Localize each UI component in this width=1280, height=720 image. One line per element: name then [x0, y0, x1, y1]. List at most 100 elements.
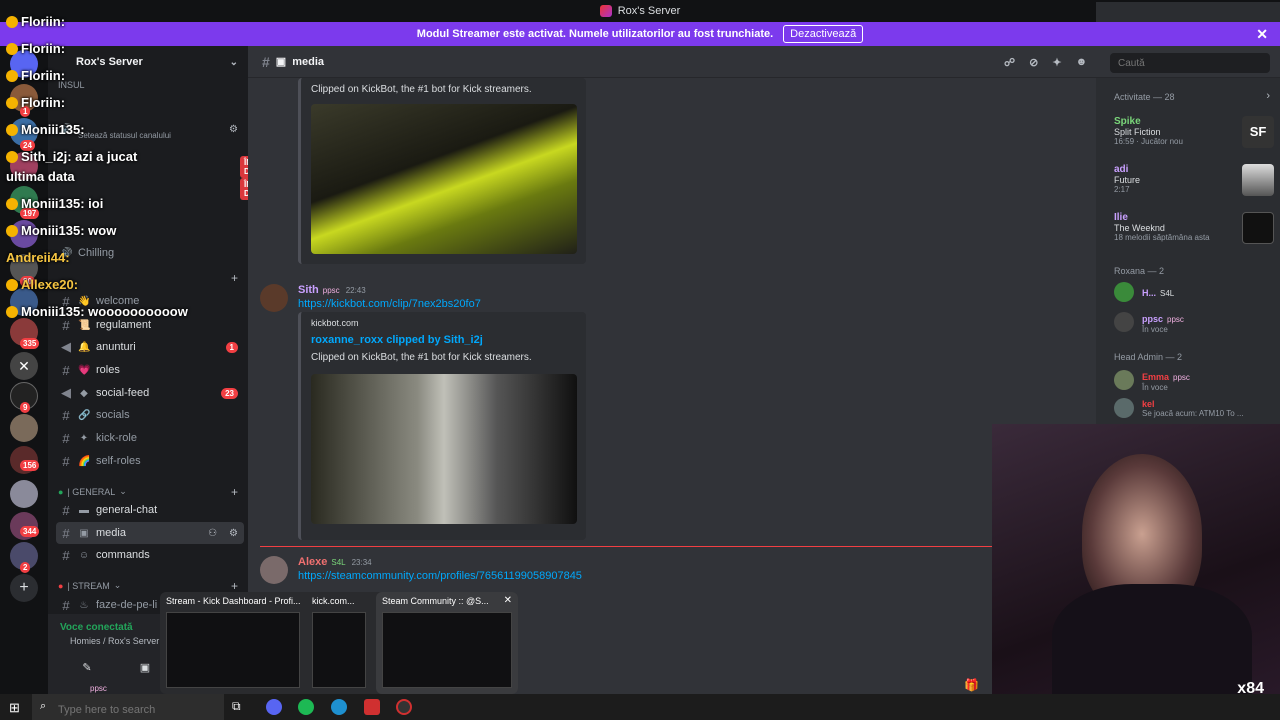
sparkle-icon: ✦	[79, 432, 89, 444]
avatar[interactable]	[260, 284, 288, 312]
category-partial: INSUL	[58, 80, 238, 90]
members-icon[interactable]: ☻	[1076, 56, 1088, 69]
channel-commands[interactable]: # ☺ commands	[56, 544, 244, 566]
embed-image[interactable]	[311, 104, 577, 254]
embed-title[interactable]: roxanne_roxx clipped by Sith_i2j	[311, 334, 483, 346]
server-icon[interactable]	[10, 480, 38, 508]
unread-count: 1	[225, 341, 238, 353]
server-badge: 335	[20, 338, 40, 349]
add-server-icon[interactable]: +	[10, 574, 38, 602]
server-icon[interactable]	[10, 220, 38, 248]
server-icon[interactable]	[10, 152, 38, 180]
member-item[interactable]: kel Se joacă acum: ATM10 To ...	[1114, 396, 1274, 420]
add-channel-icon[interactable]: +	[231, 271, 238, 285]
obs-icon[interactable]	[396, 699, 412, 715]
hash-icon: #	[62, 407, 70, 423]
channel-social-feed[interactable]: ◀ ◆ social-feed 23	[56, 382, 244, 404]
banner-close-icon[interactable]: ✕	[1256, 26, 1268, 43]
game-icon: SF	[1242, 116, 1274, 148]
role-header: Head Admin — 2	[1114, 352, 1183, 362]
member-item[interactable]: H... S4L	[1114, 280, 1274, 304]
message-link[interactable]: https://steamcommunity.com/profiles/7656…	[298, 570, 582, 582]
gift-icon[interactable]: 🎁	[964, 678, 979, 692]
activity-item[interactable]: adi Future 2:17	[1114, 164, 1274, 200]
thumbnail-window[interactable]: Steam Community :: @S... ✕	[376, 592, 518, 694]
thumbnail-window[interactable]: Stream - Kick Dashboard - Profi...	[160, 592, 306, 694]
task-view-icon[interactable]: ⧉	[232, 699, 241, 714]
channel-welcome[interactable]: # 👋 welcome	[56, 290, 244, 312]
member-item[interactable]: ppsc ppsc În voce	[1114, 310, 1274, 334]
avatar[interactable]	[260, 556, 288, 584]
channel-media[interactable]: # ▣ media ⚇ ⚙	[56, 522, 244, 544]
activity-item[interactable]: Spike Split Fiction 16:59 · Jucător nou …	[1114, 116, 1274, 152]
camera-icon[interactable]: ▣	[132, 656, 158, 678]
chevron-down-icon: ⌄	[229, 56, 238, 68]
channel-roles[interactable]: # 💗 roles	[56, 359, 244, 381]
mute-mic-icon[interactable]: ✎	[74, 656, 100, 678]
edge-icon[interactable]	[331, 699, 347, 715]
category-stream[interactable]: ● | STREAM ⌄ +	[58, 579, 238, 593]
discord-icon[interactable]	[266, 699, 282, 715]
spotify-icon[interactable]	[298, 699, 314, 715]
avatar	[1114, 312, 1134, 332]
thumbnail-window[interactable]: kick.com...	[306, 592, 372, 694]
speaker-icon: 🔊	[60, 247, 73, 259]
server-header[interactable]: Rox's Server ⌄	[48, 46, 248, 78]
search-input[interactable]	[1110, 53, 1270, 73]
disable-streamer-mode-button[interactable]: Dezactivează	[783, 25, 864, 43]
message-author[interactable]: Alexe S4L 23:34	[298, 556, 372, 568]
channel-label: roles	[96, 364, 120, 376]
x-server-icon[interactable]: ✕	[10, 352, 38, 380]
hash-icon: #	[62, 362, 70, 378]
add-channel-icon[interactable]: +	[231, 579, 238, 593]
server-badge: 24	[20, 140, 35, 151]
thumbnail-label: Stream - Kick Dashboard - Profi...	[166, 596, 301, 606]
channel-socials[interactable]: # 🔗 socials	[56, 404, 244, 426]
server-badge: 9	[20, 402, 31, 413]
announcement-icon: ◀	[61, 385, 71, 400]
server-icon[interactable]	[10, 50, 38, 78]
chat-icon: ▬	[79, 504, 89, 516]
channel-homies[interactable]: 🔊 Setează statusul canalului ⚙	[56, 118, 244, 140]
channel-general-chat[interactable]: # ▬ general-chat	[56, 499, 244, 521]
channel-kick-role[interactable]: # ✦ kick-role	[56, 427, 244, 449]
message-author[interactable]: Sith ppsc 22:43	[298, 284, 366, 296]
voice-channel-chilling[interactable]: 🔊 Chilling	[56, 242, 244, 264]
robot-icon: ☺	[78, 549, 90, 561]
hash-icon: #	[62, 430, 70, 446]
channel-anunturi[interactable]: ◀ 🔔 anunturi 1	[56, 336, 244, 358]
chevron-right-icon[interactable]: ›	[1266, 90, 1270, 102]
add-channel-icon[interactable]: +	[231, 485, 238, 499]
gear-icon[interactable]: ⚙	[229, 124, 238, 135]
pin-icon[interactable]: ✦	[1052, 56, 1061, 69]
taskbar-search-input[interactable]	[32, 694, 224, 720]
server-icon[interactable]	[10, 414, 38, 442]
server-icon[interactable]	[10, 288, 38, 316]
category-dot-icon: ●	[58, 486, 64, 497]
activity-item[interactable]: Ilie The Weeknd 18 melodii săptămâna ast…	[1114, 212, 1274, 248]
link-embed: kickbot.com roxanne_roxx clipped by Sith…	[298, 312, 586, 540]
voice-server[interactable]: Homies / Rox's Server	[70, 636, 159, 646]
heart-icon: 💗	[78, 364, 91, 376]
threads-icon[interactable]: ☍	[1004, 56, 1015, 69]
windows-start-icon[interactable]: ⊞	[9, 700, 20, 716]
embed-description: Clipped on KickBot, the #1 bot for Kick …	[311, 352, 532, 363]
member-item[interactable]: Emma ppsc În voce	[1114, 368, 1274, 392]
invite-icon[interactable]: ⚇	[208, 528, 217, 539]
category-label: | STREAM	[67, 580, 110, 591]
album-art	[1242, 164, 1274, 196]
close-icon[interactable]: ✕	[504, 595, 512, 606]
thumbnail-preview	[312, 612, 366, 688]
channel-regulament[interactable]: # 📜 regulament	[56, 314, 244, 336]
notifications-muted-icon[interactable]: ⊘	[1029, 56, 1038, 69]
app-icon[interactable]	[364, 699, 380, 715]
category-general[interactable]: ● | GENERAL ⌄ +	[58, 485, 238, 499]
gear-icon[interactable]: ⚙	[229, 528, 238, 539]
app-root: Rox's Server ▭ ? ─ ☐ ✕ Modul Streamer es…	[0, 0, 1280, 720]
server-logo-icon	[599, 5, 612, 17]
hash-icon: #	[62, 502, 70, 518]
message-link[interactable]: https://kickbot.com/clip/7nex2bs20fo7	[298, 298, 481, 310]
camera-icon: ▣	[275, 56, 287, 68]
channel-self-roles[interactable]: # 🌈 self-roles	[56, 450, 244, 472]
embed-image[interactable]	[311, 374, 577, 524]
